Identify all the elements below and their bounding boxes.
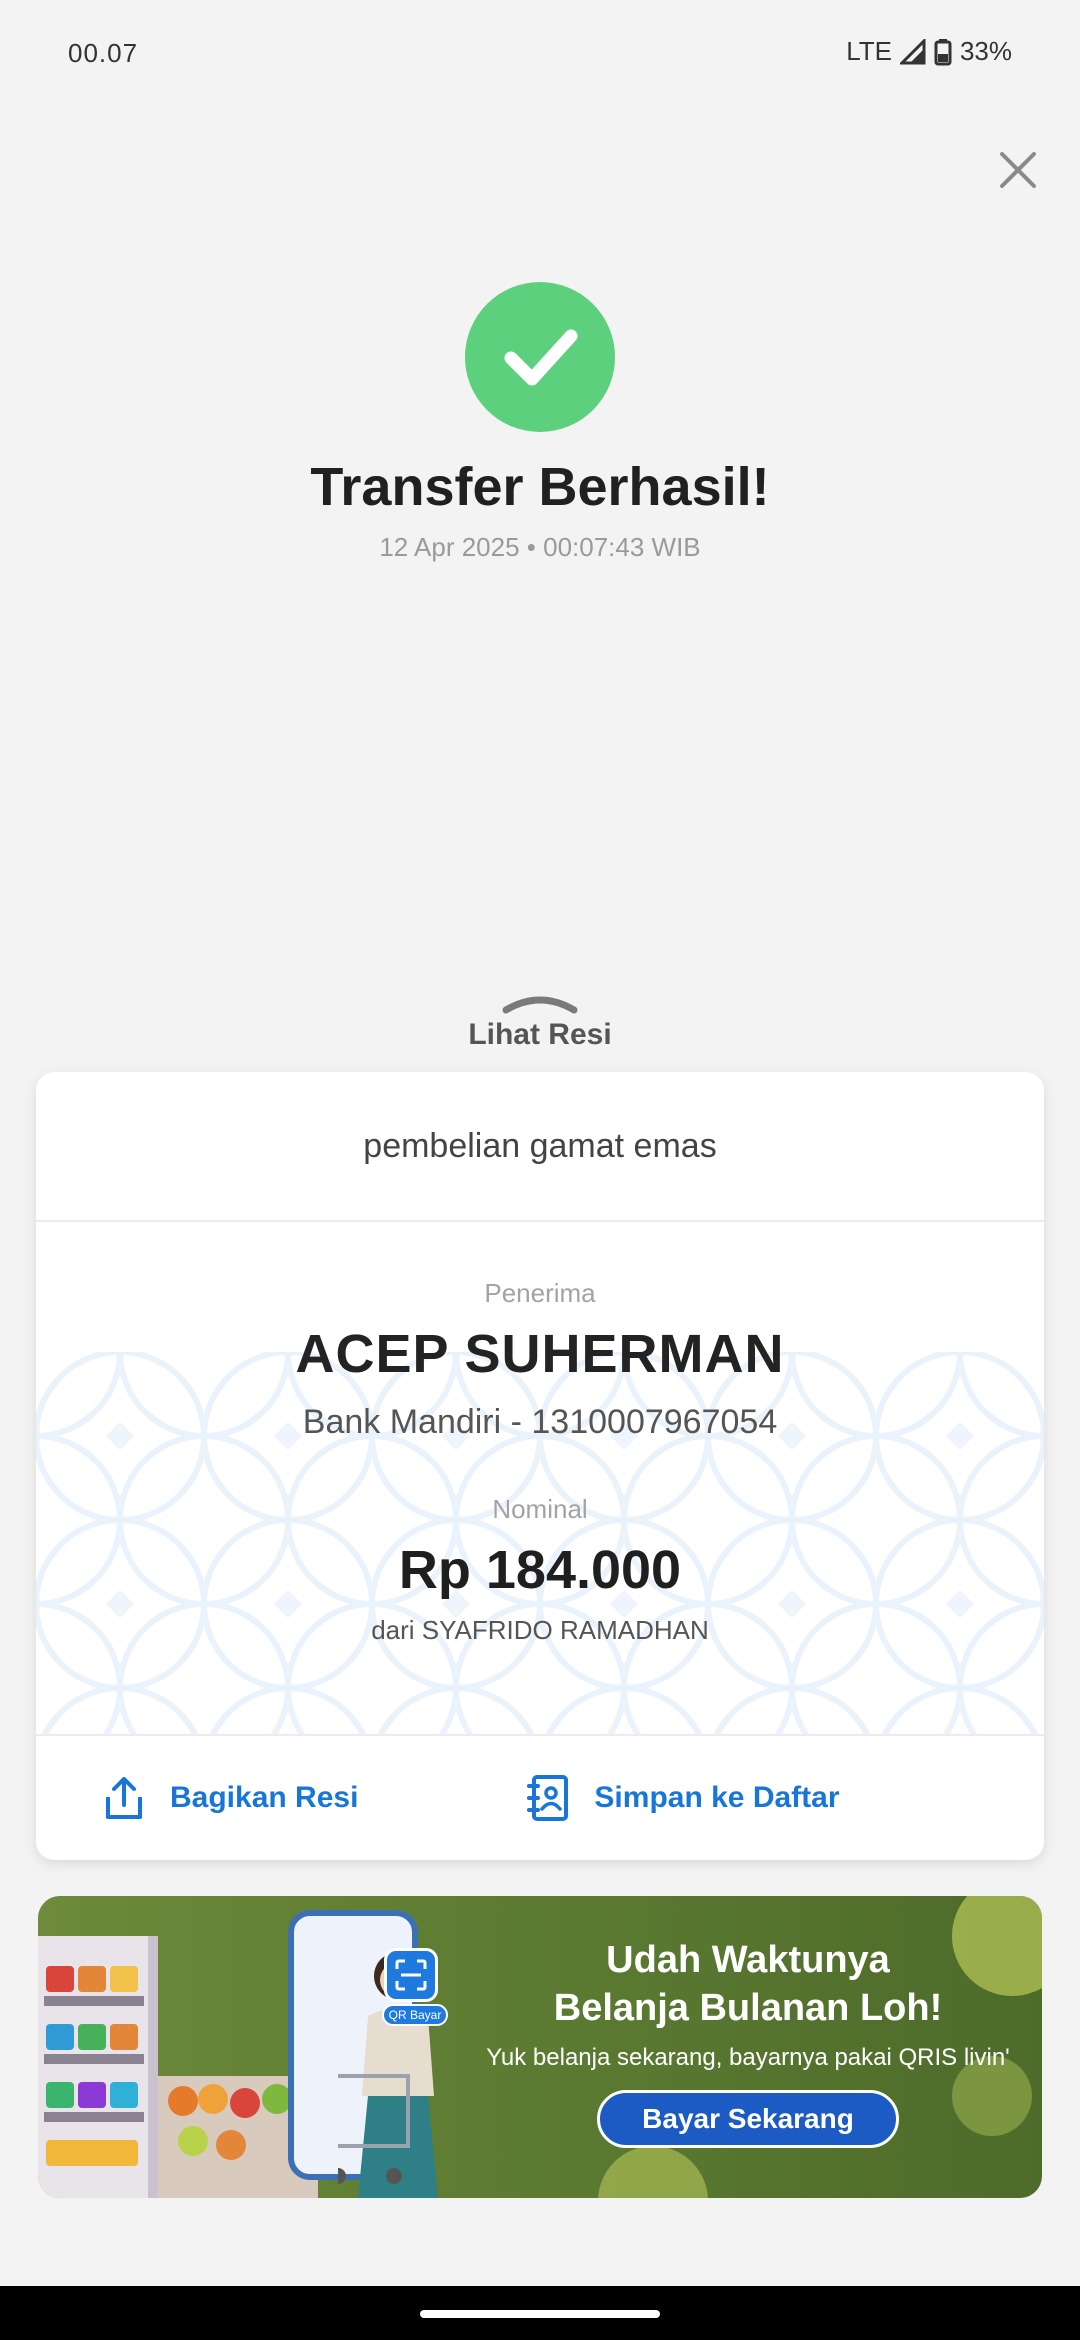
- signal-icon: [899, 38, 926, 65]
- share-receipt-label: Bagikan Resi: [170, 1781, 359, 1814]
- recipient-label: Penerima: [484, 1278, 596, 1308]
- status-time: 00.07: [68, 38, 139, 68]
- view-receipt-toggle[interactable]: Lihat Resi: [440, 990, 640, 1060]
- contact-book-icon: [527, 1775, 569, 1821]
- battery-icon: [934, 38, 952, 66]
- qr-scan-icon: [384, 1948, 438, 2002]
- status-bar: 00.07 LTE 33%: [0, 0, 1080, 110]
- banner-subtitle: Yuk belanja sekarang, bayarnya pakai QRI…: [486, 2044, 1010, 2071]
- banner-headline-line1: Udah Waktunya: [606, 1939, 890, 1981]
- page-title: Transfer Berhasil!: [310, 457, 770, 517]
- receipt-details: Penerima ACEP SUHERMAN Bank Mandiri - 13…: [36, 1222, 1044, 1734]
- nominal-label: Nominal: [492, 1494, 588, 1524]
- transfer-amount: Rp 184.000: [398, 1540, 682, 1600]
- success-badge: [465, 282, 615, 432]
- grocery-shelf-illustration: [38, 1936, 158, 2198]
- transfer-note: pembelian gamat emas: [36, 1072, 1044, 1222]
- view-receipt-label: Lihat Resi: [468, 1018, 612, 1051]
- sender-name: dari SYAFRIDO RAMADHAN: [371, 1615, 709, 1645]
- battery-level: 33%: [959, 36, 1012, 66]
- save-to-list-label: Simpan ke Daftar: [594, 1781, 840, 1814]
- save-to-list-button[interactable]: Simpan ke Daftar: [526, 1774, 840, 1822]
- close-button[interactable]: [990, 142, 1046, 198]
- pay-now-button[interactable]: Bayar Sekarang: [597, 2090, 899, 2148]
- close-icon: [1000, 152, 1036, 188]
- receipt-actions: Bagikan Resi Simpan ke Daftar: [36, 1734, 1044, 1860]
- home-gesture-handle[interactable]: [420, 2310, 660, 2318]
- recipient-name: ACEP SUHERMAN: [295, 1324, 785, 1384]
- recipient-bank-account: Bank Mandiri - 1310007967054: [302, 1403, 778, 1441]
- banner-text: Udah Waktunya Belanja Bulanan Loh! Yuk b…: [458, 1936, 1038, 2148]
- share-upload-icon: [106, 1777, 142, 1819]
- promo-banner[interactable]: QR Bayar Udah Waktunya Belanja Bulanan L…: [38, 1896, 1042, 2198]
- qr-bayar-label: QR Bayar: [382, 2004, 448, 2026]
- status-indicators: LTE 33%: [846, 36, 1012, 67]
- checkmark-icon: [504, 329, 578, 386]
- share-receipt-button[interactable]: Bagikan Resi: [102, 1775, 358, 1821]
- banner-headline-line2: Belanja Bulanan Loh!: [553, 1987, 943, 2029]
- transfer-datetime: 12 Apr 2025 • 00:07:43 WIB: [379, 532, 701, 562]
- receipt-card: pembelian gamat emas Penerima ACEP SUHER…: [36, 1072, 1044, 1860]
- network-type: LTE: [846, 36, 892, 66]
- decor-circle: [598, 2146, 708, 2198]
- chevron-up-icon: [502, 996, 578, 1014]
